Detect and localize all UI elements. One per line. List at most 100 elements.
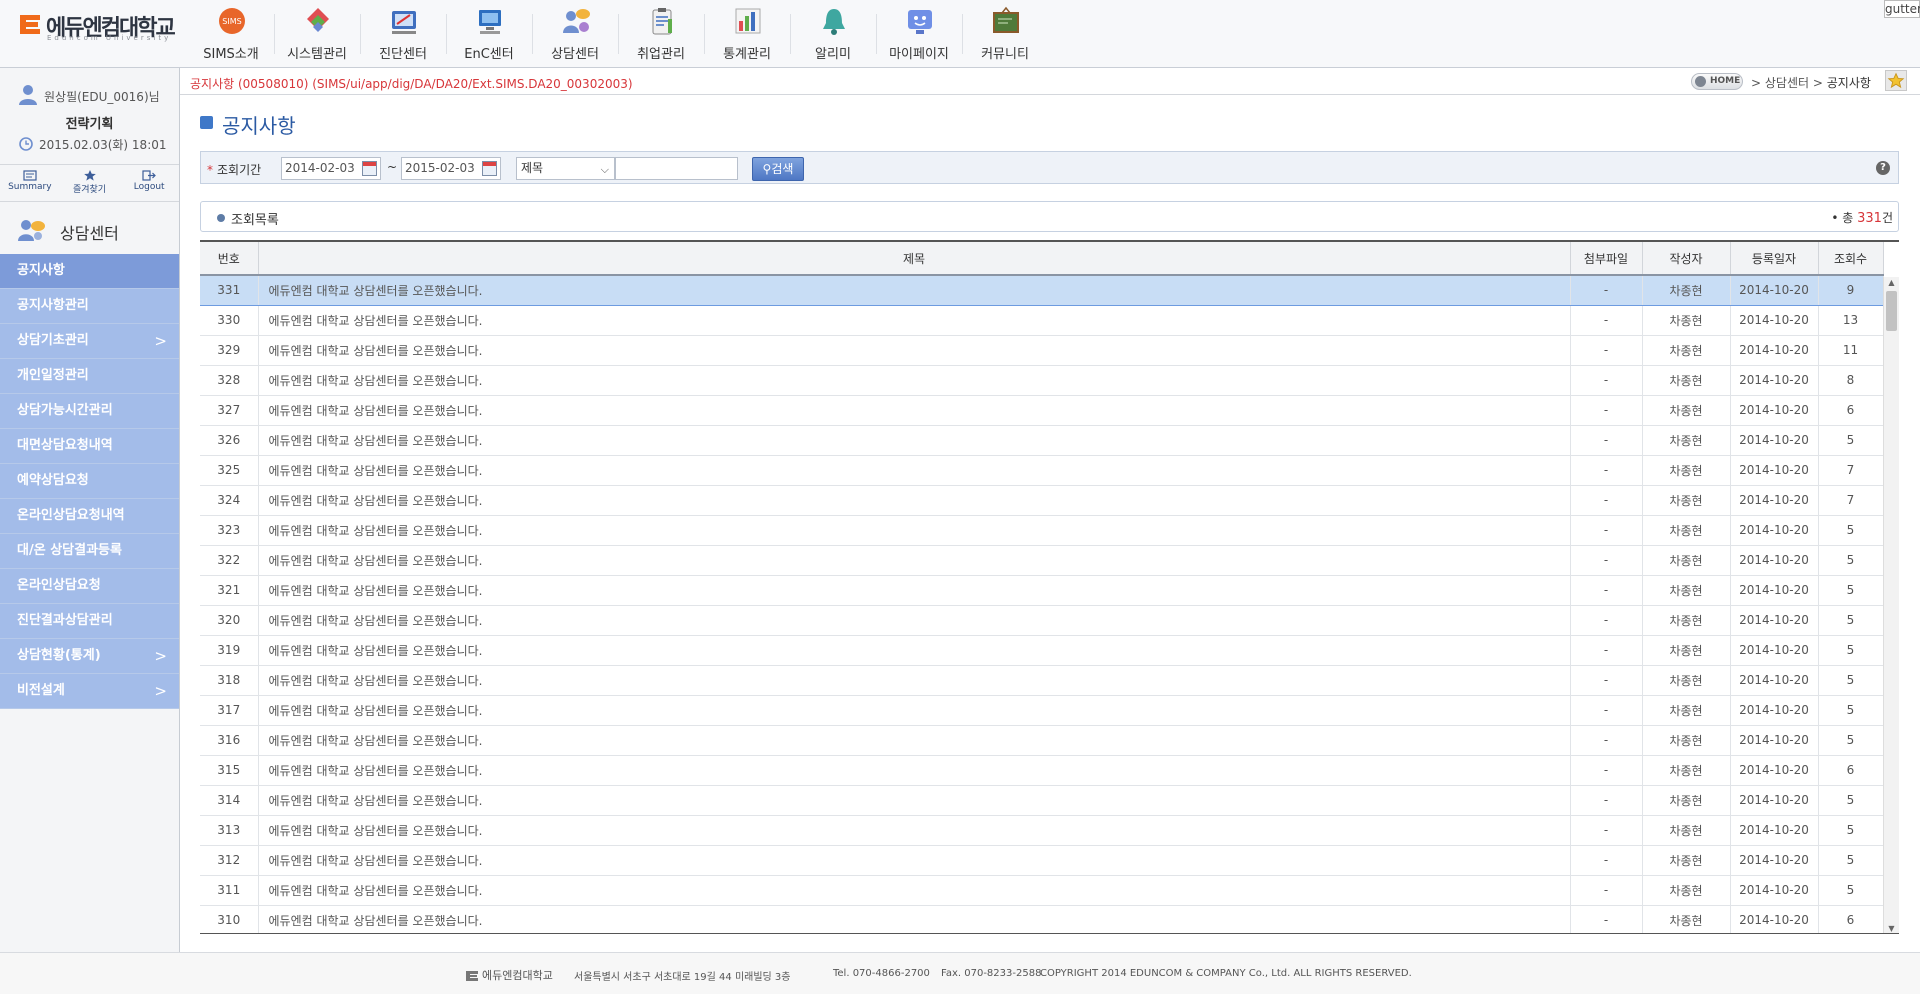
login-datetime: 2015.02.03(화) 18:01: [39, 138, 167, 152]
date-from-input[interactable]: 2014-02-03: [281, 157, 381, 180]
row-title[interactable]: 에듀엔컴 대학교 상담센터를 오픈했습니다.: [258, 845, 1571, 876]
row-title[interactable]: 에듀엔컴 대학교 상담센터를 오픈했습니다.: [258, 725, 1571, 756]
row-title[interactable]: 에듀엔컴 대학교 상담센터를 오픈했습니다.: [258, 605, 1571, 636]
column-header[interactable]: 제목: [258, 242, 1571, 276]
favorites-link[interactable]: 즐겨찾기: [60, 165, 120, 201]
row-title[interactable]: 에듀엔컴 대학교 상담센터를 오픈했습니다.: [258, 575, 1571, 606]
table-row[interactable]: 327 에듀엔컴 대학교 상담센터를 오픈했습니다. - 차종현 2014-10-20 6: [200, 395, 1884, 426]
row-title[interactable]: 에듀엔컴 대학교 상담센터를 오픈했습니다.: [258, 485, 1571, 516]
table-row[interactable]: 330 에듀엔컴 대학교 상담센터를 오픈했습니다. - 차종현 2014-10-20 1…: [200, 305, 1884, 336]
sidebar-item[interactable]: 개인일정관리: [0, 359, 179, 394]
scroll-up-icon[interactable]: ▲: [1884, 277, 1899, 289]
sidebar-item[interactable]: 온라인상담요청: [0, 569, 179, 604]
sidebar-item[interactable]: 진단결과상담관리: [0, 604, 179, 639]
nav-item[interactable]: 알리미: [790, 0, 876, 68]
sidebar-item[interactable]: 대면상담요청내역: [0, 429, 179, 464]
row-title[interactable]: 에듀엔컴 대학교 상담센터를 오픈했습니다.: [258, 455, 1571, 486]
row-author: 차종현: [1642, 425, 1731, 456]
row-title[interactable]: 에듀엔컴 대학교 상담센터를 오픈했습니다.: [258, 665, 1571, 696]
sidebar-item[interactable]: 공지사항: [0, 254, 179, 289]
table-row[interactable]: 317 에듀엔컴 대학교 상담센터를 오픈했습니다. - 차종현 2014-10-20 5: [200, 695, 1884, 726]
search-field-select[interactable]: 제목 ⌵: [516, 157, 615, 180]
table-row[interactable]: 322 에듀엔컴 대학교 상담센터를 오픈했습니다. - 차종현 2014-10-20 5: [200, 545, 1884, 576]
column-header[interactable]: 작성자: [1642, 242, 1731, 276]
search-keyword-input[interactable]: [615, 157, 738, 180]
table-row[interactable]: 326 에듀엔컴 대학교 상담센터를 오픈했습니다. - 차종현 2014-10-20 5: [200, 425, 1884, 456]
table-row[interactable]: 320 에듀엔컴 대학교 상담센터를 오픈했습니다. - 차종현 2014-10-20 5: [200, 605, 1884, 636]
scroll-down-icon[interactable]: ▼: [1884, 923, 1899, 933]
row-author: 차종현: [1642, 545, 1731, 576]
sidebar-item[interactable]: 대/온 상담결과등록: [0, 534, 179, 569]
table-row[interactable]: 311 에듀엔컴 대학교 상담센터를 오픈했습니다. - 차종현 2014-10-20 5: [200, 875, 1884, 906]
table-row[interactable]: 318 에듀엔컴 대학교 상담센터를 오픈했습니다. - 차종현 2014-10-20 5: [200, 665, 1884, 696]
logout-link[interactable]: Logout: [119, 165, 179, 201]
table-row[interactable]: 329 에듀엔컴 대학교 상담센터를 오픈했습니다. - 차종현 2014-10-20 1…: [200, 335, 1884, 366]
date-range-separator: ~: [387, 160, 398, 174]
university-logo[interactable]: 에듀엔컴대학교 Eduncom University: [16, 6, 176, 42]
summary-link[interactable]: Summary: [0, 165, 60, 201]
row-title[interactable]: 에듀엔컴 대학교 상담센터를 오픈했습니다.: [258, 274, 1571, 306]
row-title[interactable]: 에듀엔컴 대학교 상담센터를 오픈했습니다.: [258, 425, 1571, 456]
scroll-thumb[interactable]: [1886, 291, 1897, 331]
total-count: • 총 331건: [1831, 209, 1893, 226]
row-title[interactable]: 에듀엔컴 대학교 상담센터를 오픈했습니다.: [258, 305, 1571, 336]
help-icon[interactable]: ?: [1876, 161, 1890, 175]
calendar-icon[interactable]: [482, 161, 497, 176]
row-title[interactable]: 에듀엔컴 대학교 상담센터를 오픈했습니다.: [258, 905, 1571, 933]
nav-item[interactable]: 통계관리: [704, 0, 790, 68]
table-row[interactable]: 313 에듀엔컴 대학교 상담센터를 오픈했습니다. - 차종현 2014-10-20 5: [200, 815, 1884, 846]
table-row[interactable]: 310 에듀엔컴 대학교 상담센터를 오픈했습니다. - 차종현 2014-10-20 6: [200, 905, 1884, 933]
table-body: 331 에듀엔컴 대학교 상담센터를 오픈했습니다. - 차종현 2014-10-20 9…: [200, 274, 1884, 933]
nav-item[interactable]: 진단센터: [360, 0, 446, 68]
nav-item[interactable]: SIMS SIMS소개: [188, 0, 274, 68]
nav-item[interactable]: 상담센터: [532, 0, 618, 68]
sidebar-item[interactable]: 상담현황(통계) >: [0, 639, 179, 674]
vertical-scrollbar[interactable]: ▲ ▼: [1883, 277, 1899, 933]
table-row[interactable]: 314 에듀엔컴 대학교 상담센터를 오픈했습니다. - 차종현 2014-10-20 5: [200, 785, 1884, 816]
sidebar-item[interactable]: 상담가능시간관리: [0, 394, 179, 429]
row-title[interactable]: 에듀엔컴 대학교 상담센터를 오픈했습니다.: [258, 515, 1571, 546]
row-title[interactable]: 에듀엔컴 대학교 상담센터를 오픈했습니다.: [258, 365, 1571, 396]
list-header: 조회목록 • 총 331건: [200, 201, 1899, 232]
row-title[interactable]: 에듀엔컴 대학교 상담센터를 오픈했습니다.: [258, 545, 1571, 576]
sidebar-item[interactable]: 온라인상담요청내역: [0, 499, 179, 534]
row-title[interactable]: 에듀엔컴 대학교 상담센터를 오픈했습니다.: [258, 815, 1571, 846]
row-title[interactable]: 에듀엔컴 대학교 상담센터를 오픈했습니다.: [258, 785, 1571, 816]
table-row[interactable]: 319 에듀엔컴 대학교 상담센터를 오픈했습니다. - 차종현 2014-10-20 5: [200, 635, 1884, 666]
sidebar-item[interactable]: 상담기초관리 >: [0, 324, 179, 359]
sidebar-item-label: 예약상담요청: [17, 473, 89, 488]
sidebar-item[interactable]: 예약상담요청: [0, 464, 179, 499]
column-header[interactable]: 첨부파일: [1570, 242, 1643, 276]
row-title[interactable]: 에듀엔컴 대학교 상담센터를 오픈했습니다.: [258, 635, 1571, 666]
table-row[interactable]: 325 에듀엔컴 대학교 상담센터를 오픈했습니다. - 차종현 2014-10-20 7: [200, 455, 1884, 486]
row-title[interactable]: 에듀엔컴 대학교 상담센터를 오픈했습니다.: [258, 875, 1571, 906]
table-row[interactable]: 323 에듀엔컴 대학교 상담센터를 오픈했습니다. - 차종현 2014-10-20 5: [200, 515, 1884, 546]
search-button[interactable]: ⚲검색: [752, 157, 804, 181]
row-title[interactable]: 에듀엔컴 대학교 상담센터를 오픈했습니다.: [258, 755, 1571, 786]
table-row[interactable]: 312 에듀엔컴 대학교 상담센터를 오픈했습니다. - 차종현 2014-10-20 5: [200, 845, 1884, 876]
table-row[interactable]: 315 에듀엔컴 대학교 상담센터를 오픈했습니다. - 차종현 2014-10-20 6: [200, 755, 1884, 786]
nav-item[interactable]: 마이페이지: [876, 0, 962, 68]
row-date: 2014-10-20: [1730, 755, 1819, 786]
home-button[interactable]: HOME: [1691, 73, 1743, 90]
table-row[interactable]: 324 에듀엔컴 대학교 상담센터를 오픈했습니다. - 차종현 2014-10-20 7: [200, 485, 1884, 516]
table-row[interactable]: 321 에듀엔컴 대학교 상담센터를 오픈했습니다. - 차종현 2014-10-20 5: [200, 575, 1884, 606]
column-header[interactable]: 조회수: [1818, 242, 1884, 276]
table-row[interactable]: 316 에듀엔컴 대학교 상담센터를 오픈했습니다. - 차종현 2014-10-20 5: [200, 725, 1884, 756]
sidebar-item[interactable]: 비전설계 >: [0, 674, 179, 709]
calendar-icon[interactable]: [362, 161, 377, 176]
date-to-input[interactable]: 2015-02-03: [401, 157, 501, 180]
nav-item[interactable]: 취업관리: [618, 0, 704, 68]
column-header[interactable]: 번호: [200, 242, 259, 276]
table-row[interactable]: 328 에듀엔컴 대학교 상담센터를 오픈했습니다. - 차종현 2014-10-20 8: [200, 365, 1884, 396]
favorite-star-icon[interactable]: [1885, 70, 1907, 91]
row-title[interactable]: 에듀엔컴 대학교 상담센터를 오픈했습니다.: [258, 395, 1571, 426]
table-row[interactable]: 331 에듀엔컴 대학교 상담센터를 오픈했습니다. - 차종현 2014-10-20 9: [200, 274, 1884, 306]
row-title[interactable]: 에듀엔컴 대학교 상담센터를 오픈했습니다.: [258, 335, 1571, 366]
row-title[interactable]: 에듀엔컴 대학교 상담센터를 오픈했습니다.: [258, 695, 1571, 726]
nav-item[interactable]: EnC센터: [446, 0, 532, 68]
column-header[interactable]: 등록일자: [1730, 242, 1819, 276]
nav-item[interactable]: 커뮤니티: [962, 0, 1048, 68]
sidebar-item[interactable]: 공지사항관리: [0, 289, 179, 324]
nav-item[interactable]: 시스템관리: [274, 0, 360, 68]
